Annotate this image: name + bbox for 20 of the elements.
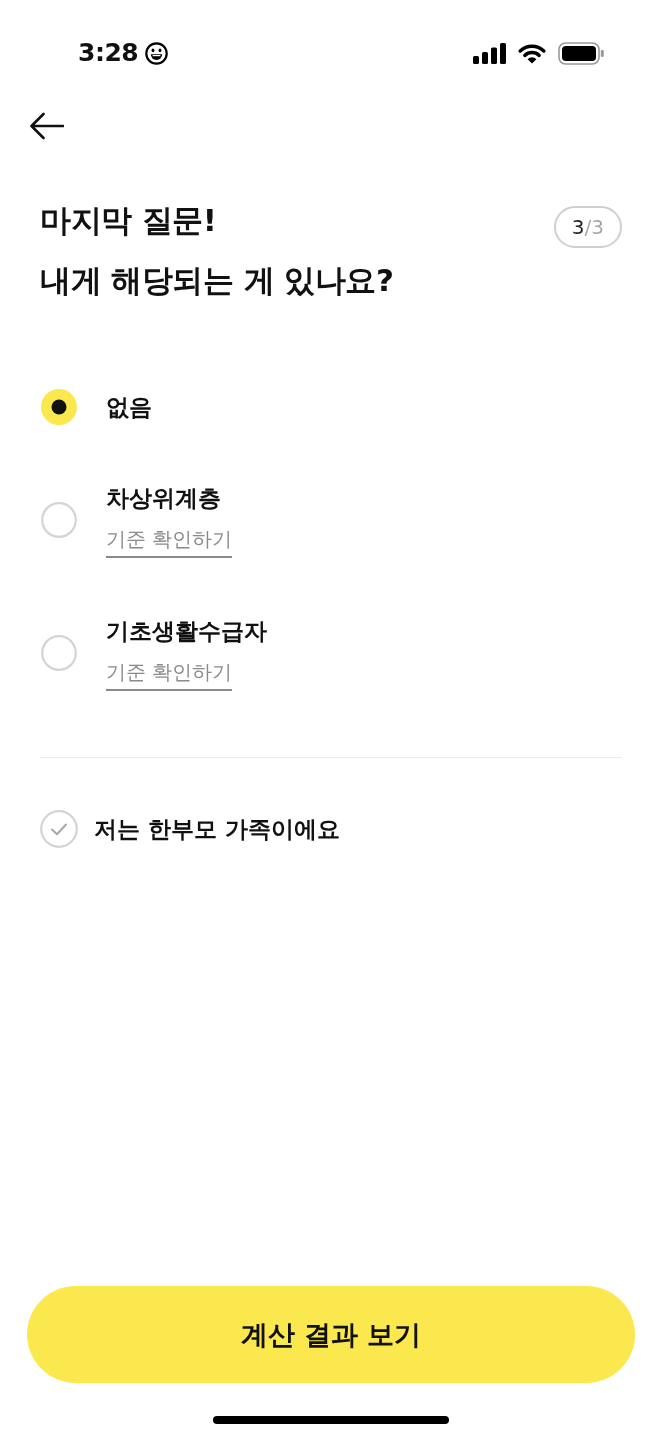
checkbox-label[interactable]: 저는 한부모 가족이에요: [94, 812, 340, 846]
smiley-icon: [145, 41, 169, 65]
back-arrow-icon: [29, 112, 64, 140]
option-label[interactable]: 기초생활수급자: [106, 614, 267, 648]
signal-icon: [473, 42, 506, 64]
radio-button[interactable]: [41, 501, 77, 538]
battery-icon: [558, 41, 604, 65]
status-time: 3:28: [78, 37, 139, 69]
radio-button[interactable]: [41, 389, 77, 425]
option-label[interactable]: 차상위계층: [106, 481, 221, 515]
submit-button[interactable]: 계산 결과 보기: [27, 1286, 635, 1383]
question-title: 마지막 질문! 내게 해당되는 게 있나요?: [40, 201, 394, 300]
radio-button[interactable]: [41, 634, 77, 671]
criteria-link[interactable]: 기준 확인하기: [106, 657, 233, 691]
back-button[interactable]: [29, 112, 64, 140]
option-label[interactable]: 없음: [106, 390, 152, 424]
criteria-link[interactable]: 기준 확인하기: [106, 524, 233, 558]
step-counter: 3/3: [553, 206, 622, 248]
wifi-icon: [518, 42, 546, 64]
checkbox[interactable]: [40, 810, 78, 848]
